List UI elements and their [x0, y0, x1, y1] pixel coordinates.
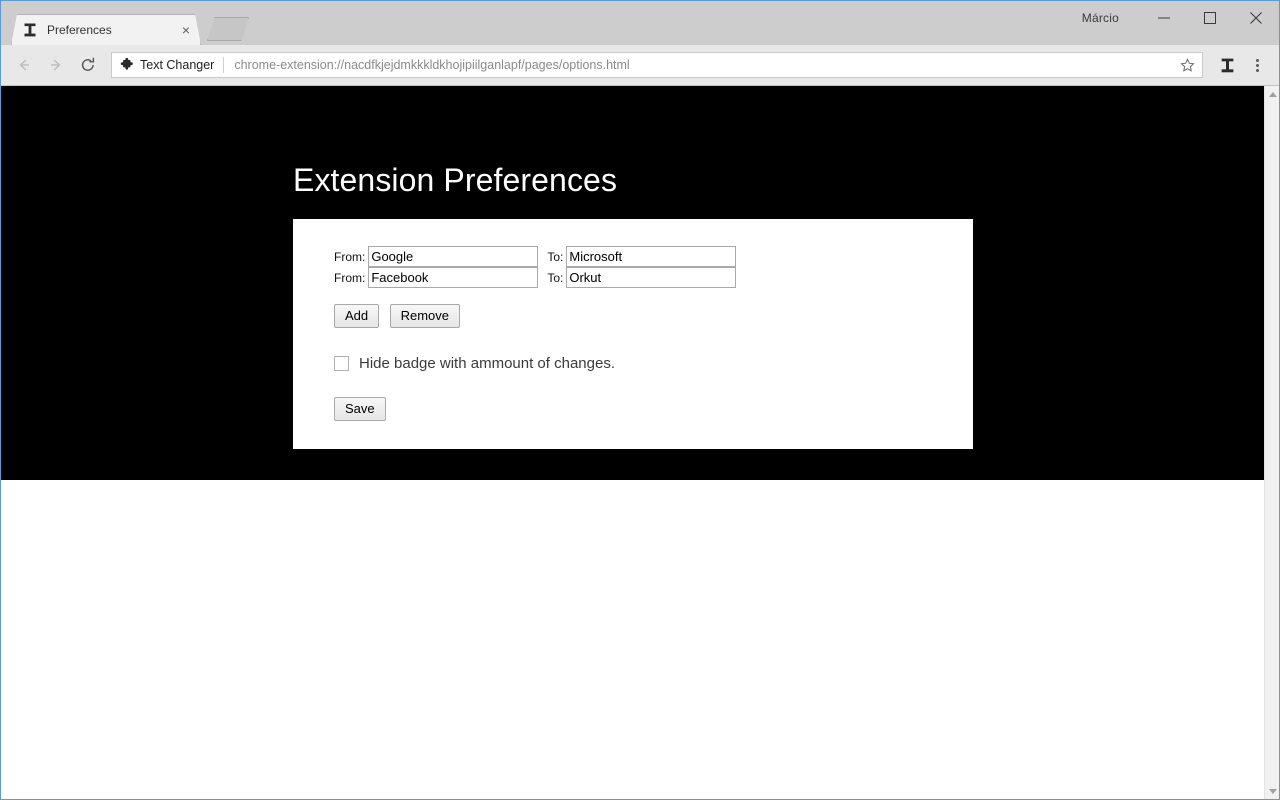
- add-button[interactable]: Add: [334, 304, 380, 328]
- save-actions: Save: [334, 397, 973, 421]
- reload-button[interactable]: [73, 50, 103, 80]
- page-viewport: Extension Preferences From: To:: [1, 86, 1279, 799]
- to-label: To:: [547, 270, 564, 285]
- rules-table: From: To: From:: [334, 246, 737, 288]
- new-tab-button[interactable]: [207, 17, 249, 41]
- rule-actions: Add Remove: [334, 304, 973, 328]
- hide-badge-option[interactable]: Hide badge with ammount of changes.: [334, 355, 973, 372]
- user-profile-label[interactable]: Márcio: [1082, 11, 1119, 25]
- rule-row: From: To:: [334, 246, 737, 267]
- omnibox-divider: [223, 57, 225, 73]
- remove-button[interactable]: Remove: [389, 304, 461, 328]
- from-label: From:: [334, 249, 366, 264]
- title-bar: Preferences × Márcio: [1, 1, 1279, 45]
- address-bar[interactable]: Text Changer chrome-extension://nacdfkje…: [111, 52, 1203, 78]
- rule-row: From: To:: [334, 267, 737, 288]
- page-scrollbar[interactable]: [1264, 86, 1279, 799]
- tab-preferences[interactable]: Preferences ×: [11, 14, 201, 45]
- save-button[interactable]: Save: [334, 397, 386, 421]
- extension-options-page: Extension Preferences From: To:: [1, 86, 1264, 480]
- browser-toolbar: Text Changer chrome-extension://nacdfkje…: [1, 45, 1279, 86]
- close-window-button[interactable]: [1233, 3, 1279, 33]
- from-label: From:: [334, 270, 366, 285]
- extension-name: Text Changer: [140, 58, 215, 72]
- window-controls: Márcio: [1082, 1, 1279, 35]
- scroll-up-icon[interactable]: [1265, 87, 1279, 102]
- preferences-card: From: To: From:: [293, 219, 973, 449]
- extension-toolbar-button[interactable]: [1213, 51, 1241, 79]
- rule-to-input[interactable]: [566, 246, 737, 267]
- rule-from-input[interactable]: [368, 246, 539, 267]
- scroll-down-icon[interactable]: [1265, 784, 1279, 799]
- forward-button[interactable]: [41, 50, 71, 80]
- minimize-button[interactable]: [1141, 3, 1187, 33]
- tab-title: Preferences: [47, 23, 112, 37]
- hide-badge-checkbox[interactable]: [334, 356, 349, 371]
- rule-to-input[interactable]: [566, 267, 737, 288]
- hide-badge-label: Hide badge with ammount of changes.: [359, 355, 615, 372]
- extension-origin-chip: Text Changer: [120, 57, 223, 72]
- three-dot-icon: [1255, 58, 1259, 72]
- close-icon[interactable]: ×: [178, 22, 194, 38]
- text-changer-icon: [22, 22, 38, 38]
- back-button[interactable]: [9, 50, 39, 80]
- rule-from-input[interactable]: [368, 267, 539, 288]
- browser-menu-button[interactable]: [1243, 51, 1271, 79]
- to-label: To:: [547, 249, 564, 264]
- browser-window: Preferences × Márcio Text Changer chrome…: [0, 0, 1280, 800]
- tab-strip: Preferences ×: [1, 1, 249, 45]
- url-text[interactable]: chrome-extension://nacdfkjejdmkkkldkhoji…: [234, 58, 1172, 72]
- maximize-button[interactable]: [1187, 3, 1233, 33]
- page-title: Extension Preferences: [293, 162, 618, 198]
- puzzle-piece-icon: [120, 57, 134, 72]
- bookmark-star-icon[interactable]: [1178, 56, 1196, 74]
